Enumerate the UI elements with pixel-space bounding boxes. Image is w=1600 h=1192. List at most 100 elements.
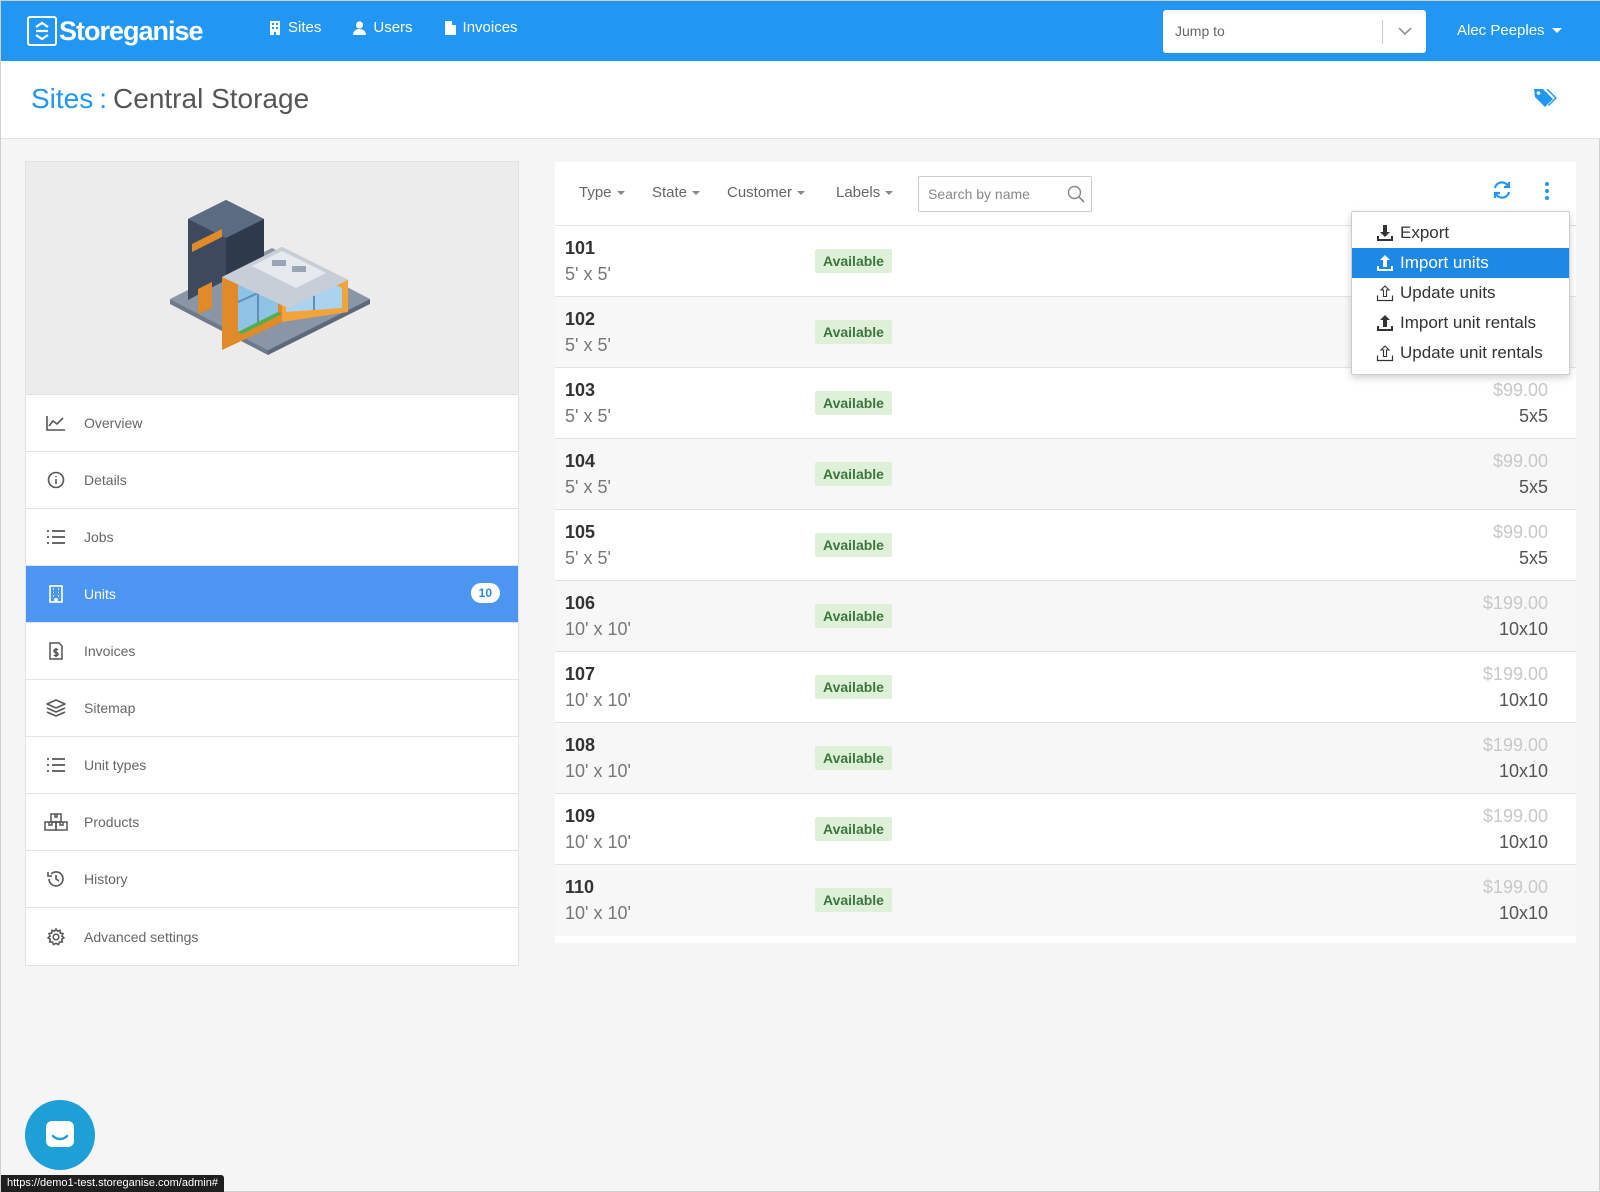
- menu-item-label: Import unit rentals: [1400, 313, 1537, 332]
- status-badge: Available: [815, 249, 892, 273]
- sidebar-item-label: History: [84, 871, 128, 887]
- more-actions-button[interactable]: [1537, 180, 1557, 202]
- unit-size: 10' x 10': [565, 903, 631, 923]
- unit-price: $199.00: [1482, 735, 1548, 755]
- unit-type: 5x5: [1518, 406, 1548, 426]
- actions-dropdown-menu: Export Import units Update units Import …: [1351, 211, 1570, 375]
- chat-icon: [46, 1121, 74, 1147]
- unit-size: 5' x 5': [565, 548, 611, 568]
- sidebar-item-products[interactable]: Products: [26, 794, 518, 851]
- unit-size: 5' x 5': [565, 264, 611, 284]
- unit-number: 108: [565, 735, 596, 755]
- unit-price: $199.00: [1482, 593, 1548, 613]
- unit-size: 10' x 10': [565, 761, 631, 781]
- sidebar-item-advanced-settings[interactable]: Advanced settings: [26, 908, 518, 965]
- brand-logo[interactable]: Storeganise: [27, 15, 204, 47]
- download-icon: [1377, 224, 1393, 241]
- menu-item-label: Export: [1400, 223, 1450, 242]
- browser-status-url: https://demo1-test.storeganise.com/admin…: [1, 1175, 224, 1192]
- state-filter-label: State: [652, 184, 688, 201]
- top-navbar: Storeganise Sites Users Invoices Jump to…: [1, 1, 1600, 61]
- menu-item-import-units[interactable]: Import units: [1352, 248, 1569, 278]
- sidebar-item-details[interactable]: Details: [26, 452, 518, 509]
- building-icon: [270, 20, 280, 35]
- user-menu[interactable]: Alec Peeples: [1457, 22, 1562, 39]
- unit-price: $99.00: [1492, 522, 1548, 542]
- search-icon[interactable]: [1067, 185, 1085, 203]
- storeganise-logo-icon: [27, 16, 57, 46]
- type-filter-dropdown[interactable]: Type: [579, 184, 625, 201]
- kebab-dot: [1545, 196, 1549, 200]
- unit-type: 10x10: [1498, 761, 1548, 781]
- unit-row[interactable]: 105 5' x 5' Available $99.00 5x5: [555, 510, 1576, 581]
- upload-outline-icon: [1376, 344, 1394, 361]
- unit-price: $99.00: [1492, 451, 1548, 471]
- sidebar-item-label: Advanced settings: [84, 928, 199, 945]
- sidebar-item-units[interactable]: Units 10: [26, 566, 518, 623]
- layers-icon: [46, 699, 66, 717]
- jump-to-select[interactable]: Jump to: [1163, 10, 1426, 53]
- sidebar-item-label: Products: [84, 814, 140, 830]
- customer-filter-dropdown[interactable]: Customer: [727, 184, 806, 201]
- unit-row[interactable]: 108 10' x 10' Available $199.00 10x10: [555, 723, 1576, 794]
- unit-number: 104: [565, 451, 596, 471]
- unit-row[interactable]: 104 5' x 5' Available $99.00 5x5: [555, 439, 1576, 510]
- sidebar-item-invoices[interactable]: Invoices: [26, 623, 518, 680]
- breadcrumb: Sites: Central Storage: [31, 83, 309, 115]
- sidebar-item-overview[interactable]: Overview: [26, 395, 518, 452]
- user-name: Alec Peeples: [1457, 22, 1545, 39]
- nav-sites[interactable]: Sites: [269, 19, 321, 36]
- unit-size: 10' x 10': [565, 832, 631, 852]
- menu-item-label: Update unit rentals: [1400, 343, 1543, 362]
- unit-row[interactable]: 106 10' x 10' Available $199.00 10x10: [555, 581, 1576, 652]
- sidebar-item-sitemap[interactable]: Sitemap: [26, 680, 518, 737]
- sidebar-item-label: Sitemap: [84, 700, 136, 716]
- unit-size: 5' x 5': [565, 335, 611, 355]
- unit-number: 105: [565, 522, 596, 542]
- caret-down-icon: [797, 190, 806, 195]
- chat-launcher-button[interactable]: [25, 1100, 95, 1170]
- search-input[interactable]: [928, 186, 1058, 202]
- unit-number: 106: [565, 593, 596, 613]
- unit-type: 10x10: [1498, 832, 1548, 852]
- breadcrumb-sites-link[interactable]: Sites: [31, 83, 93, 114]
- unit-price: $199.00: [1482, 806, 1548, 826]
- menu-item-update-units[interactable]: Update units: [1352, 278, 1569, 308]
- refresh-button[interactable]: [1492, 180, 1512, 205]
- labels-filter-dropdown[interactable]: Labels: [836, 184, 894, 201]
- unit-row[interactable]: 103 5' x 5' Available $99.00 5x5: [555, 368, 1576, 439]
- caret-down-icon: [616, 190, 625, 195]
- state-filter-dropdown[interactable]: State: [652, 184, 701, 201]
- unit-row[interactable]: 107 10' x 10' Available $199.00 10x10: [555, 652, 1576, 723]
- caret-down-icon: [692, 190, 701, 195]
- labels-filter-label: Labels: [836, 184, 881, 201]
- unit-row[interactable]: 110 10' x 10' Available $199.00 10x10: [555, 865, 1576, 936]
- menu-item-export[interactable]: Export: [1352, 218, 1569, 248]
- status-badge: Available: [815, 675, 892, 699]
- unit-price: $199.00: [1482, 877, 1548, 897]
- unit-row[interactable]: 109 10' x 10' Available $199.00 10x10: [555, 794, 1576, 865]
- menu-item-import-unit-rentals[interactable]: Import unit rentals: [1352, 308, 1569, 338]
- nav-invoices-label: Invoices: [462, 19, 518, 36]
- chevron-down-icon[interactable]: [1397, 25, 1413, 37]
- chart-icon: [46, 416, 65, 431]
- menu-item-label: Import units: [1400, 253, 1489, 272]
- kebab-dot: [1545, 182, 1549, 186]
- history-icon: [47, 871, 64, 887]
- sidebar-item-jobs[interactable]: Jobs: [26, 509, 518, 566]
- nav-invoices[interactable]: Invoices: [444, 19, 518, 36]
- unit-number: 110: [565, 877, 595, 897]
- menu-item-update-unit-rentals[interactable]: Update unit rentals: [1352, 338, 1569, 368]
- labels-tag-button[interactable]: [1533, 87, 1557, 114]
- brand-name: Storeganise: [59, 15, 204, 46]
- sidebar-item-unit-types[interactable]: Unit types: [26, 737, 518, 794]
- sidebar-item-label: Details: [84, 472, 127, 488]
- type-filter-label: Type: [579, 184, 612, 201]
- nav-users[interactable]: Users: [353, 19, 413, 36]
- status-badge: Available: [815, 533, 892, 557]
- boxes-icon: [44, 813, 68, 831]
- sidebar-item-history[interactable]: History: [26, 851, 518, 908]
- status-badge: Available: [815, 320, 892, 344]
- unit-size: 10' x 10': [565, 619, 631, 639]
- building-icon: [49, 585, 63, 603]
